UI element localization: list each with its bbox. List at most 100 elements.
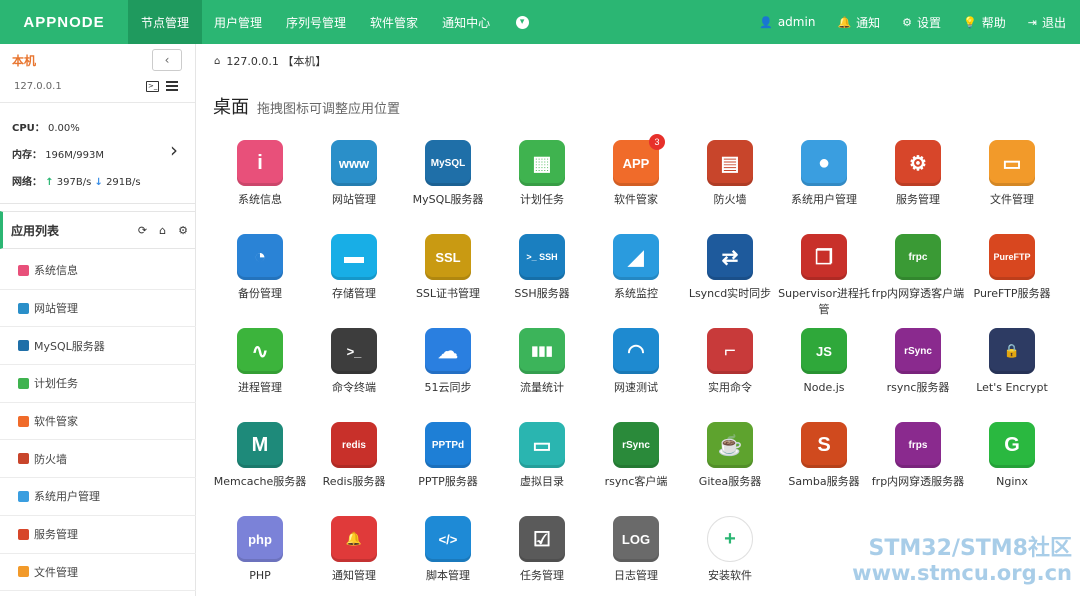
nav-node-management[interactable]: 节点管理: [128, 0, 203, 44]
terminal-icon[interactable]: >_: [146, 81, 159, 92]
app-tile[interactable]: redis Redis服务器: [307, 420, 401, 510]
help-icon: 💡: [963, 15, 977, 29]
app-glyph: ⌐: [724, 339, 736, 362]
app-icon: ⚙: [895, 140, 941, 186]
app-tile[interactable]: ▭ 虚拟目录: [495, 420, 589, 510]
page-title: 桌面: [213, 97, 249, 118]
app-tile[interactable]: ☁ 51云同步: [401, 326, 495, 416]
app-tile[interactable]: ▮▮▮ 流量统计: [495, 326, 589, 416]
app-icon: 🔒: [989, 328, 1035, 374]
app-tile[interactable]: php PHP: [213, 514, 307, 596]
app-tile[interactable]: ☑ 任务管理: [495, 514, 589, 596]
settings-link[interactable]: ⚙ 设置: [902, 14, 941, 31]
host-card: 本机 ‹ 127.0.0.1 >_ CPU： 0.00% 内存： 196M/99…: [0, 44, 195, 204]
app-tile[interactable]: ◔ 备份管理: [213, 232, 307, 322]
app-tile[interactable]: JS Node.js: [777, 326, 871, 416]
app-tile[interactable]: frps frp内网穿透服务器: [871, 420, 965, 510]
app-tile[interactable]: APP 3 软件管家: [589, 134, 683, 228]
sidebar-app-item[interactable]: 软件管家: [0, 403, 196, 441]
app-label: Redis服务器: [322, 475, 386, 488]
host-name[interactable]: 本机: [12, 52, 36, 69]
gear-icon[interactable]: ⚙: [178, 224, 188, 237]
sidebar-app-item[interactable]: 网站管理: [0, 290, 196, 328]
app-tile[interactable]: ▤ 防火墙: [683, 138, 777, 228]
app-tile[interactable]: ∿ 进程管理: [213, 326, 307, 416]
app-tile[interactable]: ● 系统用户管理: [777, 138, 871, 228]
app-tile[interactable]: PureFTP PureFTP服务器: [965, 232, 1059, 322]
user-name: admin: [777, 15, 816, 29]
chevron-right-icon[interactable]: ›: [170, 138, 178, 162]
nav-more-button[interactable]: ▾: [502, 0, 542, 44]
app-tile[interactable]: G Nginx: [965, 420, 1059, 510]
app-tile[interactable]: ▬ 存储管理: [307, 232, 401, 322]
app-tile[interactable]: S Samba服务器: [777, 420, 871, 510]
app-icon: PPTPd: [425, 422, 471, 468]
app-tile[interactable]: ▦ 计划任务: [495, 138, 589, 228]
app-tile[interactable]: ❐ Supervisor进程托管: [777, 232, 871, 322]
app-tile[interactable]: >_ 命令终端: [307, 326, 401, 416]
app-tile[interactable]: www 网站管理: [307, 138, 401, 228]
app-tile[interactable]: 🔔 通知管理: [307, 514, 401, 596]
list-icon[interactable]: [166, 81, 178, 92]
user-menu: 👤 admin 🔔 通知 ⚙ 设置 💡 帮助 ⇥ 退出: [759, 0, 1066, 44]
app-tile[interactable]: 🔒 Let's Encrypt: [965, 326, 1059, 416]
home-icon[interactable]: ⌂: [159, 224, 166, 237]
breadcrumb-host[interactable]: 127.0.0.1 【本机】: [226, 53, 326, 69]
app-tile[interactable]: LOG 日志管理: [589, 514, 683, 596]
app-label: Samba服务器: [788, 475, 860, 488]
app-tile[interactable]: PPTPd PPTP服务器: [401, 420, 495, 510]
sidebar-app-label: 软件管家: [34, 415, 78, 429]
app-label: PPTP服务器: [418, 475, 478, 488]
app-label: SSH服务器: [514, 287, 570, 300]
app-tile[interactable]: ⇄ Lsyncd实时同步: [683, 232, 777, 322]
app-tile[interactable]: ⌐ 实用命令: [683, 326, 777, 416]
app-glyph: ▬: [344, 245, 364, 268]
app-glyph: M: [251, 433, 269, 456]
sidebar-app-item[interactable]: 系统信息: [0, 252, 196, 290]
sidebar-app-item[interactable]: 系统用户管理: [0, 478, 196, 516]
nav-notification-center[interactable]: 通知中心: [430, 0, 502, 44]
app-tile[interactable]: MySQL MySQL服务器: [401, 138, 495, 228]
app-glyph: ▭: [532, 434, 552, 457]
nav-serial-management[interactable]: 序列号管理: [274, 0, 358, 44]
app-tile[interactable]: i 系统信息: [213, 138, 307, 228]
user-admin-link[interactable]: 👤 admin: [759, 15, 815, 29]
app-mini-icon: [18, 528, 29, 540]
sidebar-app-item[interactable]: 文件管理: [0, 554, 196, 592]
sidebar-app-item[interactable]: MySQL服务器: [0, 327, 196, 366]
nav-software-manager[interactable]: 软件管家: [358, 0, 430, 44]
app-tile[interactable]: </> 脚本管理: [401, 514, 495, 596]
app-tile[interactable]: ⚙ 服务管理: [871, 138, 965, 228]
refresh-icon[interactable]: ⟳: [138, 224, 147, 237]
app-tile[interactable]: ▭ 文件管理: [965, 138, 1059, 228]
app-label: 系统用户管理: [791, 193, 857, 206]
app-tile[interactable]: >_ SSH SSH服务器: [495, 232, 589, 322]
notifications-link[interactable]: 🔔 通知: [837, 14, 880, 31]
app-glyph: S: [817, 433, 831, 456]
home-icon[interactable]: ⌂: [214, 56, 220, 67]
app-tile[interactable]: rSync rsync客户端: [589, 420, 683, 510]
app-label: 软件管家: [614, 193, 658, 206]
app-icon: +: [707, 516, 753, 562]
app-tile[interactable]: ◠ 网速测试: [589, 326, 683, 416]
sidebar-app-item[interactable]: 计划任务: [0, 365, 196, 403]
memory-stat: 内存： 196M/993M: [12, 146, 104, 161]
breadcrumb: ⌂ 127.0.0.1 【本机】: [214, 53, 326, 69]
collapse-sidebar-button[interactable]: ‹: [152, 49, 182, 71]
nav-user-management[interactable]: 用户管理: [202, 0, 274, 44]
app-tile[interactable]: SSL SSL证书管理: [401, 232, 495, 322]
brand-logo[interactable]: APPNODE: [0, 0, 128, 44]
app-label: 通知管理: [332, 569, 376, 582]
gear-icon: ⚙: [902, 15, 913, 29]
app-tile[interactable]: ☕ Gitea服务器: [683, 420, 777, 510]
logout-link[interactable]: ⇥ 退出: [1028, 14, 1066, 31]
app-tile[interactable]: frpc frp内网穿透客户端: [871, 232, 965, 322]
sidebar-app-item[interactable]: 服务管理: [0, 516, 196, 554]
app-tile[interactable]: M Memcache服务器: [213, 420, 307, 510]
app-tile[interactable]: rSync rsync服务器: [871, 326, 965, 416]
app-tile[interactable]: + 安装软件: [683, 514, 777, 596]
app-tile[interactable]: ◢ 系统监控: [589, 232, 683, 322]
sidebar-app-item[interactable]: 防火墙: [0, 440, 196, 479]
help-link[interactable]: 💡 帮助: [963, 14, 1006, 31]
main-nav: 节点管理 用户管理 序列号管理 软件管家 通知中心 ▾: [128, 0, 542, 44]
